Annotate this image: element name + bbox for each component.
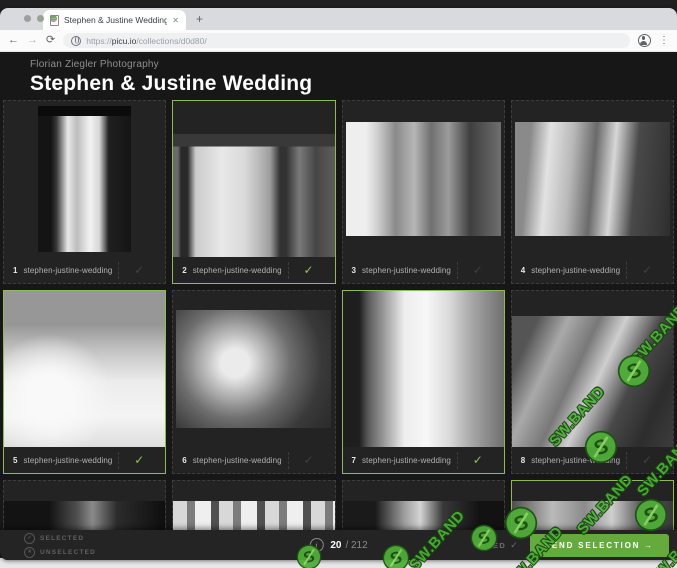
- window-close-button[interactable]: [24, 15, 31, 22]
- new-tab-button[interactable]: +: [196, 12, 203, 26]
- select-toggle[interactable]: ✓: [626, 452, 667, 469]
- select-toggle[interactable]: ✓: [288, 452, 329, 469]
- screenshot-root: Stephen & Justine Wedding ✕ + ← → ⟳ http…: [0, 0, 677, 568]
- send-selection-button[interactable]: SEND SELECTION →: [530, 534, 669, 557]
- browser-tab[interactable]: Stephen & Justine Wedding ✕: [43, 10, 186, 30]
- url-domain: picu.io: [112, 36, 137, 46]
- reload-icon[interactable]: ⟳: [46, 35, 55, 46]
- select-toggle[interactable]: ✓: [118, 452, 159, 469]
- check-icon: ✓: [642, 453, 652, 467]
- check-icon: ✓: [303, 263, 313, 277]
- check-icon: ✓: [134, 453, 144, 467]
- url-text: https://picu.io/collections/d0d80/: [86, 36, 207, 46]
- tab-title: Stephen & Justine Wedding: [64, 15, 167, 25]
- photo-thumbnail[interactable]: [173, 101, 334, 257]
- photo-number: 1: [13, 266, 17, 275]
- info-icon[interactable]: i: [309, 538, 323, 552]
- photo-label: 6 stephen-justine-wedding-006.jpg ✓: [173, 447, 334, 473]
- saved-label: SAVED: [474, 541, 506, 550]
- photo-number: 4: [521, 266, 525, 275]
- photo-cell-3[interactable]: 3 stephen-justine-wedding-003.jpg ✓: [342, 100, 505, 284]
- page-favicon-icon: [50, 15, 59, 26]
- photo-cell-7[interactable]: 7 stephen-justine-wedding-007.jpg ✓: [342, 290, 505, 474]
- photo-thumbnail[interactable]: [512, 101, 673, 257]
- profile-avatar-icon[interactable]: [638, 34, 651, 47]
- legend-check-icon: ✓: [24, 533, 35, 544]
- photo-thumbnail[interactable]: [343, 101, 504, 257]
- photo-number: 3: [352, 266, 356, 275]
- photo-number: 2: [182, 266, 186, 275]
- check-icon: ✓: [642, 263, 652, 277]
- selection-legend: ✓ SELECTED ✕ UNSELECTED: [24, 533, 96, 558]
- photo-cell-2[interactable]: 2 stephen-justine-wedding-002.jpg ✓: [172, 100, 335, 284]
- gallery-page: Florian Ziegler Photography Stephen & Ju…: [0, 52, 677, 560]
- photo-number: 5: [13, 456, 17, 465]
- photo-filename: stephen-justine-wedding-007.jpg: [362, 456, 451, 465]
- legend-unselected-row: ✕ UNSELECTED: [24, 547, 96, 558]
- photo-filename: stephen-justine-wedding-001.jpg: [23, 266, 112, 275]
- saved-status: SAVED ✓: [474, 540, 518, 551]
- browser-menu-icon[interactable]: ⋮: [659, 36, 669, 46]
- check-icon: ✓: [134, 263, 144, 277]
- select-toggle[interactable]: ✓: [457, 452, 498, 469]
- photo-cell-1[interactable]: 1 stephen-justine-wedding-001.jpg ✓: [3, 100, 166, 284]
- photo-cell-6[interactable]: 6 stephen-justine-wedding-006.jpg ✓: [172, 290, 335, 474]
- action-bar: ✓ SELECTED ✕ UNSELECTED i 20 / 212 SAVED…: [0, 530, 677, 560]
- photo-label: 3 stephen-justine-wedding-003.jpg ✓: [343, 257, 504, 283]
- check-icon: ✓: [473, 263, 483, 277]
- legend-cross-icon: ✕: [24, 547, 35, 558]
- photo-thumbnail[interactable]: [512, 291, 673, 447]
- photo-cell-5[interactable]: 5 stephen-justine-wedding-005.jpg ✓: [3, 290, 166, 474]
- photo-label: 7 stephen-justine-wedding-007.jpg ✓: [343, 447, 504, 473]
- photo-label: 1 stephen-justine-wedding-001.jpg ✓: [4, 257, 165, 283]
- browser-window: Stephen & Justine Wedding ✕ + ← → ⟳ http…: [0, 8, 677, 560]
- photo-thumbnail[interactable]: [4, 291, 165, 447]
- url-path: /collections/d0d80/: [136, 36, 206, 46]
- page-header: Florian Ziegler Photography Stephen & Ju…: [0, 52, 677, 101]
- legend-selected-label: SELECTED: [40, 535, 84, 542]
- select-toggle[interactable]: ✓: [457, 262, 498, 279]
- photo-thumbnail[interactable]: [343, 291, 504, 447]
- photo-thumbnail[interactable]: [173, 291, 334, 447]
- photo-thumbnail[interactable]: [4, 101, 165, 257]
- photo-label: 5 stephen-justine-wedding-005.jpg ✓: [4, 447, 165, 473]
- photo-number: 8: [521, 456, 525, 465]
- url-scheme: https://: [86, 36, 112, 46]
- photo-number: 7: [352, 456, 356, 465]
- tab-close-icon[interactable]: ✕: [172, 16, 179, 25]
- select-toggle[interactable]: ✓: [118, 262, 159, 279]
- photo-filename: stephen-justine-wedding-004.jpg: [531, 266, 620, 275]
- photo-label: 8 stephen-justine-wedding-008.jpg ✓: [512, 447, 673, 473]
- window-minimize-button[interactable]: [37, 15, 44, 22]
- studio-name: Florian Ziegler Photography: [30, 59, 647, 70]
- photo-filename: stephen-justine-wedding-008.jpg: [531, 456, 620, 465]
- photo-number: 6: [182, 456, 186, 465]
- saved-check-icon: ✓: [510, 540, 518, 551]
- photo-filename: stephen-justine-wedding-006.jpg: [193, 456, 282, 465]
- check-icon: ✓: [473, 453, 483, 467]
- count-total: / 212: [345, 540, 367, 551]
- photo-cell-4[interactable]: 4 stephen-justine-wedding-004.jpg ✓: [511, 100, 674, 284]
- photo-label: 4 stephen-justine-wedding-004.jpg ✓: [512, 257, 673, 283]
- select-toggle[interactable]: ✓: [626, 262, 667, 279]
- site-globe-icon: [71, 36, 81, 46]
- check-icon: ✓: [303, 453, 313, 467]
- select-toggle[interactable]: ✓: [288, 262, 329, 279]
- photo-filename: stephen-justine-wedding-002.jpg: [193, 266, 282, 275]
- legend-unselected-label: UNSELECTED: [40, 549, 96, 556]
- browser-toolbar: ← → ⟳ https://picu.io/collections/d0d80/…: [0, 30, 677, 52]
- count-current: 20: [330, 540, 341, 551]
- photo-filename: stephen-justine-wedding-005.jpg: [23, 456, 112, 465]
- photo-cell-8[interactable]: 8 stephen-justine-wedding-008.jpg ✓: [511, 290, 674, 474]
- forward-icon[interactable]: →: [27, 35, 38, 46]
- back-icon[interactable]: ←: [8, 35, 19, 46]
- photo-label: 2 stephen-justine-wedding-002.jpg ✓: [173, 257, 334, 283]
- legend-selected-row: ✓ SELECTED: [24, 533, 96, 544]
- browser-tabstrip: Stephen & Justine Wedding ✕ +: [0, 8, 677, 30]
- page-title: Stephen & Justine Wedding: [30, 72, 647, 96]
- address-bar[interactable]: https://picu.io/collections/d0d80/: [63, 33, 630, 48]
- photo-filename: stephen-justine-wedding-003.jpg: [362, 266, 451, 275]
- selection-count: i 20 / 212: [309, 538, 367, 552]
- photo-grid: 1 stephen-justine-wedding-001.jpg ✓ 2 st…: [3, 100, 674, 560]
